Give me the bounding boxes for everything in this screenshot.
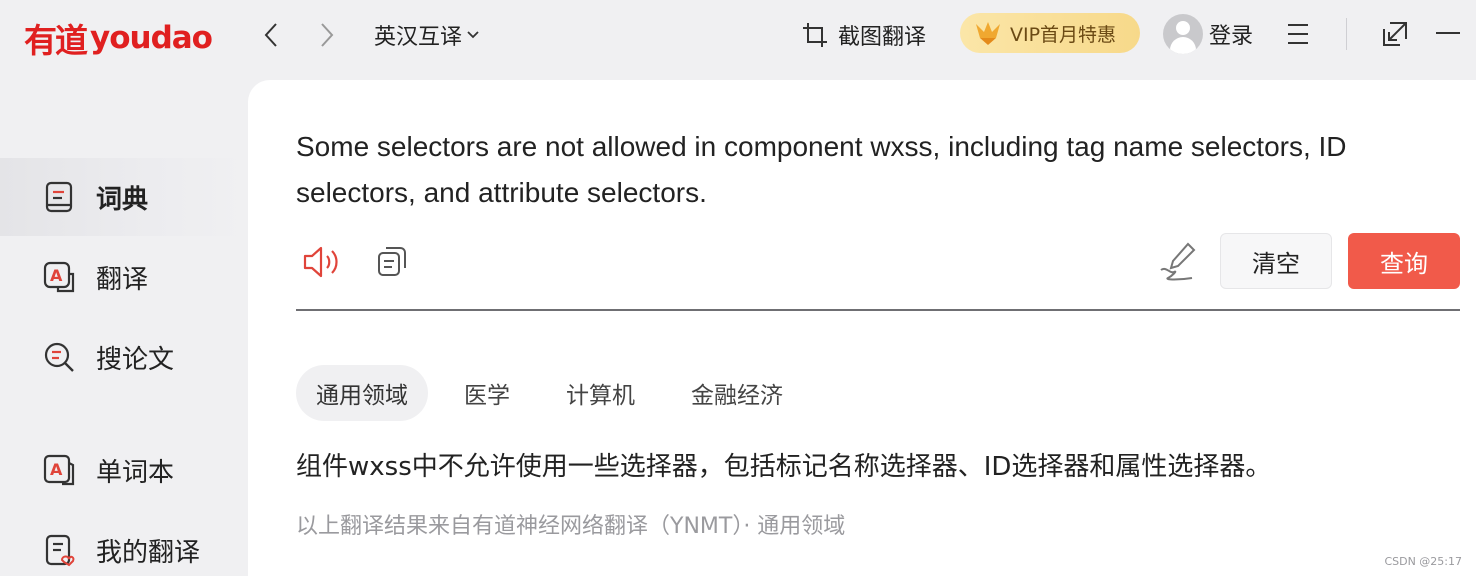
main-panel: Some selectors are not allowed in compon… — [248, 80, 1476, 576]
minimize-icon[interactable] — [1436, 32, 1460, 34]
restore-window-icon[interactable] — [1381, 20, 1409, 48]
avatar — [1163, 14, 1203, 54]
youdao-logo: 有道 youdao — [24, 14, 213, 62]
sidebar-item-label: 我的翻译 — [96, 537, 201, 568]
speaker-icon[interactable] — [302, 244, 340, 280]
screenshot-translate-label: 截图翻译 — [838, 25, 927, 50]
login-label: 登录 — [1209, 24, 1254, 49]
wordbook-icon: A — [43, 454, 75, 486]
sidebar-item-dictionary[interactable]: 词典 — [0, 158, 248, 236]
watermark: CSDN @25:17 — [1384, 555, 1462, 568]
top-bar: 有道 youdao 英汉互译 截图翻译 VIP首月特惠 登录 — [0, 0, 1476, 72]
sidebar-item-wordbook[interactable]: A 单词本 — [0, 431, 248, 509]
svg-text:A: A — [50, 460, 63, 479]
chevron-right-icon — [321, 23, 334, 47]
tab-medicine[interactable]: 医学 — [444, 365, 530, 421]
sidebar-item-label: 词典 — [96, 184, 149, 215]
dictionary-icon — [45, 181, 73, 213]
sidebar-item-search-paper[interactable]: 搜论文 — [0, 318, 248, 396]
sidebar-item-label: 搜论文 — [96, 344, 175, 375]
sidebar-item-translate[interactable]: A 翻译 — [0, 238, 248, 316]
handwriting-icon[interactable] — [1158, 240, 1198, 282]
back-button[interactable] — [256, 18, 286, 52]
sidebar-item-label: 翻译 — [96, 264, 149, 295]
forward-button[interactable] — [312, 18, 342, 52]
chevron-left-icon — [264, 23, 277, 47]
language-pair-select[interactable]: 英汉互译 — [374, 18, 480, 52]
sidebar-item-label: 单词本 — [96, 457, 175, 488]
svg-text:A: A — [50, 266, 63, 285]
sidebar-item-my-translation[interactable]: 我的翻译 — [0, 511, 248, 576]
crop-icon — [803, 23, 827, 47]
chevron-down-icon — [467, 31, 479, 39]
screenshot-translate-button[interactable]: 截图翻译 — [802, 18, 926, 52]
language-pair-label: 英汉互译 — [374, 25, 463, 50]
source-text-input[interactable]: Some selectors are not allowed in compon… — [296, 124, 1436, 216]
vip-label: VIP首月特惠 — [1010, 23, 1117, 46]
copy-icon[interactable] — [376, 244, 408, 278]
vip-crown-icon — [976, 22, 1000, 45]
input-divider — [296, 309, 1460, 311]
login-button[interactable]: 登录 — [1163, 13, 1253, 55]
header-divider — [1346, 18, 1347, 50]
logo-cn-text: 有道 — [24, 21, 88, 60]
translation-result: 组件wxss中不允许使用一些选择器，包括标记名称选择器、ID选择器和属性选择器。 — [296, 452, 1272, 482]
vip-promo-button[interactable]: VIP首月特惠 — [960, 13, 1140, 53]
sidebar: 词典 A 翻译 搜论文 A 单词本 我的翻译 — [0, 72, 248, 576]
my-translation-icon — [45, 534, 75, 567]
clear-button[interactable]: 清空 — [1220, 233, 1332, 289]
query-button[interactable]: 查询 — [1348, 233, 1460, 289]
logo-en-text: youdao — [90, 20, 213, 56]
domain-tabs: 通用领域 医学 计算机 金融经济 — [296, 364, 819, 422]
tab-general[interactable]: 通用领域 — [296, 365, 428, 421]
tab-computer[interactable]: 计算机 — [546, 365, 655, 421]
search-paper-icon — [44, 342, 74, 372]
tab-finance[interactable]: 金融经济 — [671, 365, 803, 421]
translation-source-note: 以上翻译结果来自有道神经网络翻译（YNMT）· 通用领域 — [296, 514, 846, 539]
menu-icon[interactable] — [1285, 22, 1311, 46]
translate-icon: A — [43, 261, 75, 293]
